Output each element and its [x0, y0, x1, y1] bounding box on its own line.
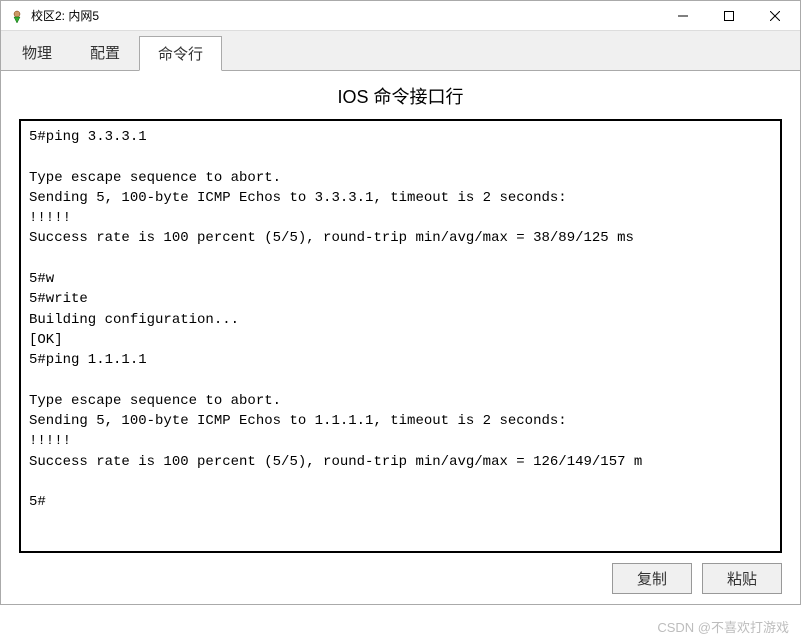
maximize-button[interactable]: [706, 1, 752, 30]
tab-physical[interactable]: 物理: [3, 35, 71, 70]
tab-bar: 物理 配置 命令行: [1, 31, 800, 71]
paste-button[interactable]: 粘贴: [702, 563, 782, 594]
terminal-output[interactable]: 5#ping 3.3.3.1 Type escape sequence to a…: [21, 121, 780, 551]
copy-button[interactable]: 复制: [612, 563, 692, 594]
window-controls: [660, 1, 798, 30]
page-title: IOS 命令接口行: [19, 83, 782, 109]
app-window: 校区2: 内网5 物理 配置 命令行 IOS 命令接口行 5#ping 3.3.…: [0, 0, 801, 605]
watermark: CSDN @不喜欢打游戏: [657, 617, 789, 636]
tab-cli[interactable]: 命令行: [139, 36, 222, 71]
minimize-button[interactable]: [660, 1, 706, 30]
close-button[interactable]: [752, 1, 798, 30]
terminal-container: 5#ping 3.3.3.1 Type escape sequence to a…: [19, 119, 782, 553]
tab-config[interactable]: 配置: [71, 35, 139, 70]
window-title: 校区2: 内网5: [31, 7, 660, 24]
button-row: 复制 粘贴: [19, 563, 782, 594]
titlebar: 校区2: 内网5: [1, 1, 800, 31]
content-area: IOS 命令接口行 5#ping 3.3.3.1 Type escape seq…: [1, 71, 800, 608]
app-icon: [9, 8, 25, 24]
